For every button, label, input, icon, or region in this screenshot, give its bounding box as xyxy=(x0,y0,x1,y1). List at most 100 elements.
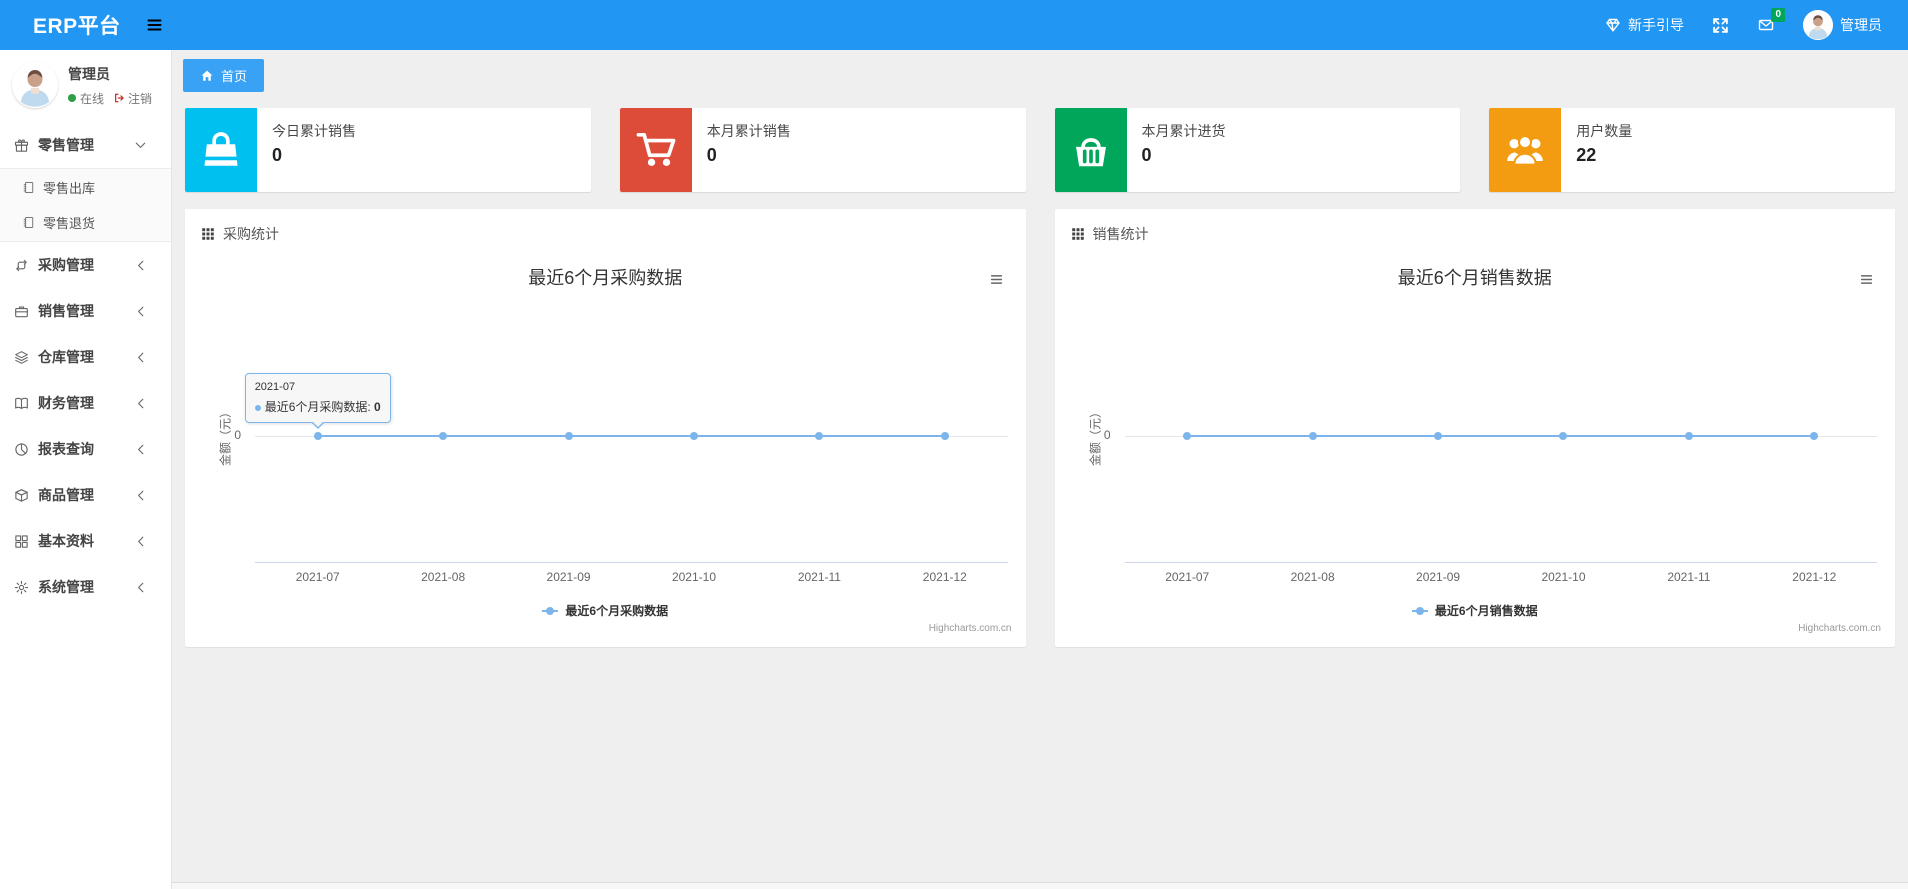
stat-cards-row: 今日累计销售 0 本月累计销售 0 本月累计进货 0 用户数量 22 xyxy=(185,108,1895,192)
th-grid-icon xyxy=(1071,228,1084,240)
x-axis-labels: 2021-07 2021-08 2021-09 2021-10 2021-11 2021-… xyxy=(255,570,1008,584)
sidebar-item-system[interactable]: 系统管理 xyxy=(0,564,171,610)
menu-lines-icon xyxy=(1860,274,1872,284)
repeat-icon xyxy=(16,259,27,271)
stat-card-label: 本月累计销售 xyxy=(706,123,791,139)
chevron-down-icon xyxy=(135,142,146,148)
y-axis-tick: 0 xyxy=(234,428,241,442)
data-point[interactable] xyxy=(1308,432,1317,440)
sidebar-item-label: 销售管理 xyxy=(38,303,94,319)
sidebar-item-purchase[interactable]: 采购管理 xyxy=(0,242,171,288)
sidebar-item-label: 仓库管理 xyxy=(38,349,94,365)
chart-tooltip: 2021-07 最近6个月采购数据: 0 xyxy=(244,373,391,423)
data-point[interactable] xyxy=(564,432,573,440)
messages-button[interactable]: 0 xyxy=(1757,8,1785,33)
main-content: 首页 今日累计销售 0 本月累计销售 0 本月累计进货 0 用户数量 22 采购统计 最近6个月… xyxy=(172,50,1908,889)
tooltip-value-row: 最近6个月采购数据: 0 xyxy=(254,398,381,415)
stat-card-icon-box xyxy=(1054,108,1127,192)
sidebar-item-label: 零售管理 xyxy=(38,137,94,153)
legend-marker xyxy=(1411,606,1428,615)
chart-panel-sales-stats: 销售统计 最近6个月销售数据 金额（元） 0 2021-07 2021-08 2021-09… xyxy=(1054,209,1895,647)
sidebar-subitem-label: 零售出库 xyxy=(43,181,96,196)
sidebar-item-retail[interactable]: 零售管理 xyxy=(0,122,171,168)
chevron-left-icon xyxy=(138,582,144,592)
legend-marker xyxy=(542,606,559,615)
stat-card-user-count: 用户数量 22 xyxy=(1489,108,1895,192)
x-axis-tick: 2021-12 xyxy=(922,570,967,584)
sidebar-item-label: 报表查询 xyxy=(38,441,94,457)
logout-link[interactable]: 注销 xyxy=(113,90,152,107)
chart-plot xyxy=(1124,310,1877,563)
tooltip-series-dot xyxy=(254,405,261,411)
data-point[interactable] xyxy=(940,432,949,440)
stat-card-body: 用户数量 22 xyxy=(1561,108,1647,192)
sidebar-item-finance[interactable]: 财务管理 xyxy=(0,380,171,426)
sidebar-item-label: 商品管理 xyxy=(38,487,94,503)
sidebar-item-basic-data[interactable]: 基本资料 xyxy=(0,518,171,564)
x-axis-tick: 2021-10 xyxy=(671,570,716,584)
online-status-dot xyxy=(68,94,76,102)
fullscreen-icon xyxy=(1713,17,1728,33)
chart-panel-purchase-stats: 采购统计 最近6个月采购数据 金额（元） 0 2021-07 最近6个月采购数据: 0 20… xyxy=(185,209,1026,647)
data-point[interactable] xyxy=(689,432,698,440)
x-axis-tick: 2021-08 xyxy=(421,570,466,584)
sidebar-item-sales[interactable]: 销售管理 xyxy=(0,288,171,334)
box-icon xyxy=(15,488,28,502)
highcharts-credits-link[interactable]: Highcharts.com.cn xyxy=(929,623,1012,634)
sidebar-user-info: 管理员 在线 注销 xyxy=(68,64,152,107)
chart-title: 最近6个月销售数据 xyxy=(1397,268,1552,288)
user-menu[interactable]: 管理员 xyxy=(1803,10,1882,40)
chart-panel-title: 采购统计 xyxy=(223,226,279,242)
stat-card-month-sales: 本月累计销售 0 xyxy=(619,108,1026,192)
stat-card-body: 今日累计销售 0 xyxy=(257,108,371,192)
stat-card-today-sales: 今日累计销售 0 xyxy=(185,108,591,192)
sidebar-item-reports[interactable]: 报表查询 xyxy=(0,426,171,472)
data-point[interactable] xyxy=(815,432,824,440)
top-navbar: ERP平台 新手引导 0 管理员 xyxy=(0,0,1908,50)
fullscreen-button[interactable] xyxy=(1712,17,1729,34)
sidebar-toggle-button[interactable] xyxy=(145,17,164,33)
chart-export-menu-button[interactable] xyxy=(984,268,1010,290)
sidebar-user-status: 在线 注销 xyxy=(68,90,152,107)
data-point[interactable] xyxy=(1183,432,1192,440)
sidebar-item-warehouse[interactable]: 仓库管理 xyxy=(0,334,171,380)
sidebar-subitem-retail-return[interactable]: 零售退货 xyxy=(0,205,171,240)
guide-label: 新手引导 xyxy=(1628,17,1684,33)
tab-bar: 首页 xyxy=(172,50,1908,94)
data-point[interactable] xyxy=(1434,432,1443,440)
tab-home[interactable]: 首页 xyxy=(183,59,265,92)
home-icon xyxy=(201,70,213,81)
legend-item[interactable]: 最近6个月采购数据 xyxy=(195,602,1016,619)
book-icon xyxy=(15,397,28,409)
chevron-left-icon xyxy=(138,536,144,546)
gift-icon xyxy=(14,138,29,152)
chevron-left-icon xyxy=(138,398,144,408)
highcharts-credits-link[interactable]: Highcharts.com.cn xyxy=(1798,623,1881,634)
cart-icon xyxy=(636,132,676,167)
stat-card-label: 用户数量 xyxy=(1576,123,1633,139)
data-point[interactable] xyxy=(439,432,448,440)
chart-panel-header: 采购统计 xyxy=(185,209,1026,252)
chart-plot: 2021-07 最近6个月采购数据: 0 xyxy=(244,310,1008,563)
stat-card-icon-box xyxy=(1489,108,1562,192)
data-point[interactable] xyxy=(1810,432,1819,440)
stat-card-icon-box xyxy=(619,108,692,192)
stat-card-month-purchase: 本月累计进货 0 xyxy=(1054,108,1461,192)
sidebar-item-label: 采购管理 xyxy=(38,257,94,273)
brand-logo[interactable]: ERP平台 xyxy=(0,10,121,40)
legend-item[interactable]: 最近6个月销售数据 xyxy=(1065,602,1886,619)
sidebar-item-goods[interactable]: 商品管理 xyxy=(0,472,171,518)
shopping-bag-icon xyxy=(203,132,239,166)
chart-panel-title: 销售统计 xyxy=(1092,226,1149,242)
sidebar-subitem-retail-outbound[interactable]: 零售出库 xyxy=(0,170,171,205)
logout-label: 注销 xyxy=(128,91,153,106)
data-point[interactable] xyxy=(1559,432,1568,440)
guide-link[interactable]: 新手引导 xyxy=(1605,15,1684,35)
sidebar-menu: 零售管理零售出库零售退货采购管理销售管理仓库管理财务管理报表查询商品管理基本资料… xyxy=(0,122,171,610)
gear-icon xyxy=(14,580,29,594)
x-axis-tick: 2021-07 xyxy=(1165,570,1210,584)
sidebar: 管理员 在线 注销 零售管理零售出库零售退货采购管理销售管理仓库管理财务管理报表… xyxy=(0,50,172,889)
chart-export-menu-button[interactable] xyxy=(1853,268,1879,290)
data-point[interactable] xyxy=(313,432,322,440)
data-point[interactable] xyxy=(1684,432,1693,440)
